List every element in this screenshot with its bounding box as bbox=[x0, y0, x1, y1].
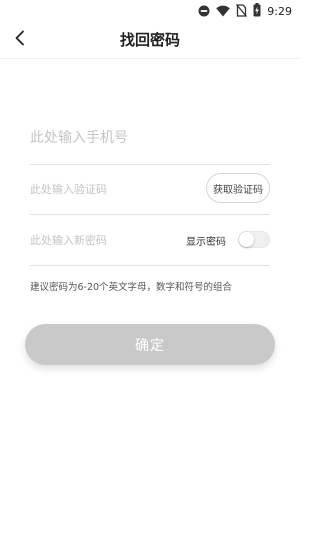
confirm-button[interactable]: 确定 bbox=[25, 324, 275, 365]
password-hint: 建议密码为6-20个英文字母，数字和符号的组合 bbox=[30, 282, 233, 293]
new-password-row: 显示密码 bbox=[30, 215, 270, 266]
phone-field-row bbox=[30, 118, 270, 165]
verification-code-row: 获取验证码 bbox=[30, 165, 270, 215]
status-icons: 9:29 bbox=[198, 2, 292, 21]
header: 找回密码 bbox=[0, 22, 300, 59]
page-title: 找回密码 bbox=[119, 31, 180, 49]
do-not-disturb-icon bbox=[198, 2, 210, 21]
show-password-label: 显示密码 bbox=[186, 237, 226, 248]
status-time: 9:29 bbox=[267, 4, 292, 18]
phone-input[interactable] bbox=[30, 126, 270, 150]
no-sim-icon bbox=[236, 2, 248, 21]
get-code-button[interactable]: 获取验证码 bbox=[206, 173, 270, 203]
status-bar: 9:29 bbox=[0, 0, 300, 22]
toggle-knob bbox=[239, 232, 254, 247]
verification-code-input[interactable] bbox=[30, 179, 190, 199]
show-password-toggle[interactable] bbox=[238, 231, 270, 248]
wifi-icon bbox=[216, 2, 231, 21]
new-password-input[interactable] bbox=[30, 230, 170, 250]
battery-charging-icon bbox=[253, 2, 261, 21]
